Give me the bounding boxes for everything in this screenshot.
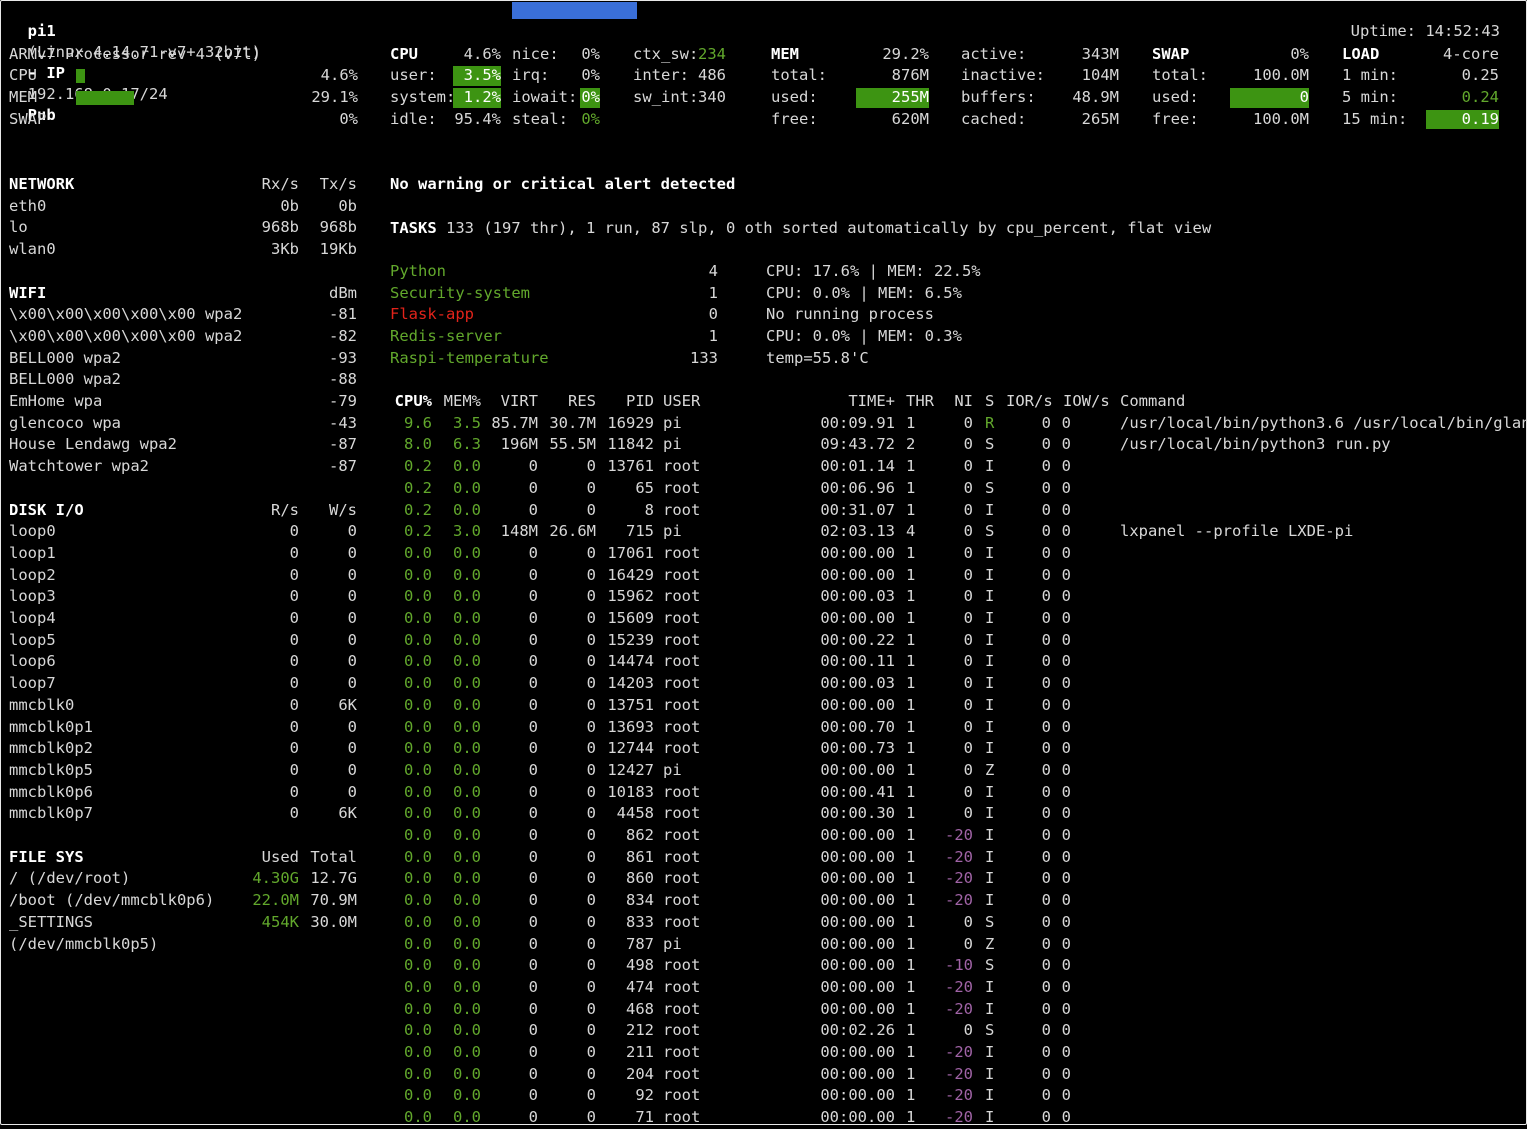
public-ip-bar <box>512 2 637 19</box>
process-iow: 0 <box>1061 1043 1071 1061</box>
mem-label: used: <box>771 87 818 106</box>
process-command: lxpanel --profile LXDE-pi <box>1120 522 1354 541</box>
process-header-command: Command <box>1120 392 1186 410</box>
process-iow: 0 <box>1061 522 1071 541</box>
cpu-iowait-highlight: 0% <box>580 87 600 108</box>
process-iow: 0 <box>1061 804 1071 823</box>
quicklook-label-mem: MEM <box>9 87 37 106</box>
process-iow: 0 <box>1061 478 1071 497</box>
amp-count: 1 <box>708 283 718 302</box>
uptime-value: 14:52:43 <box>1425 22 1500 40</box>
process-iow: 0 <box>1061 1064 1071 1083</box>
cpu-value: 0% <box>581 109 600 128</box>
amp-info: temp=55.8'C <box>766 348 869 367</box>
swap-value: 100.0M <box>1253 109 1309 128</box>
cpu-ctx-value: 340 <box>698 87 726 106</box>
cpu-nice-value: 0% <box>581 44 600 63</box>
network-tx-header: Tx/s <box>319 175 357 193</box>
load-cores: 4-core <box>1443 44 1499 63</box>
process-iow: 0 <box>1061 1108 1071 1127</box>
cpu-value: 0% <box>581 66 600 85</box>
tasks-summary-text: 133 (197 thr), 1 run, 87 slp, 0 oth sort… <box>446 218 1212 237</box>
wifi-signal: -81 <box>329 305 357 324</box>
process-iow: 0 <box>1061 739 1071 758</box>
amp-info: CPU: 0.0% | MEM: 6.5% <box>766 283 962 302</box>
process-command: /usr/local/bin/python3 run.py <box>1120 435 1391 454</box>
process-command: /usr/local/bin/python3.6 /usr/local/bin/… <box>1120 413 1527 432</box>
process-iow: 0 <box>1061 500 1071 519</box>
process-header-ni: NI <box>954 392 973 410</box>
process-iow: 0 <box>1061 413 1071 432</box>
process-iow: 0 <box>1061 999 1071 1018</box>
process-iow: 0 <box>1061 652 1071 671</box>
hostname: pi1 <box>27 22 56 40</box>
process-iow: 0 <box>1061 457 1071 476</box>
amp-count: 1 <box>708 327 718 346</box>
process-header-iows: IOW/s <box>1063 392 1110 410</box>
process-iow: 0 <box>1061 826 1071 844</box>
process-header-iors: IOR/s <box>1006 392 1053 410</box>
process-header-s: S <box>985 392 995 410</box>
process-iow: 0 <box>1061 609 1071 627</box>
cpu-ctx-label: sw_int: <box>633 87 699 106</box>
quicklook-value-mem: 29.1% <box>311 87 358 106</box>
process-iow: 0 <box>1061 717 1071 736</box>
amp-info: CPU: 0.0% | MEM: 0.3% <box>766 327 962 346</box>
process-iow: 0 <box>1061 674 1071 693</box>
cpu-label: iowait: <box>512 87 578 106</box>
amp-count: 4 <box>708 262 718 280</box>
process-iow: 0 <box>1061 565 1071 584</box>
amp-info: No running process <box>766 305 934 324</box>
wifi-signal: -88 <box>329 370 357 389</box>
load-value: 0.24 <box>1461 87 1499 106</box>
amp-count: 0 <box>708 305 718 324</box>
process-iow: 0 <box>1061 630 1071 649</box>
process-iow: 0 <box>1061 695 1071 714</box>
process-iow: 0 <box>1061 847 1071 866</box>
amp-info: CPU: 17.6% | MEM: 22.5% <box>766 262 981 280</box>
tasks-summary: TASKS 133 (197 thr), 1 run, 87 slp, 0 ot… <box>390 218 1211 240</box>
quicklook-label-cpu: CPU <box>9 66 37 85</box>
process-iow: 0 <box>1061 869 1071 888</box>
process-iow: 0 <box>1061 760 1071 779</box>
wifi-signal: -82 <box>329 326 357 345</box>
process-iow: 0 <box>1061 1021 1071 1040</box>
wifi-signal: -93 <box>329 348 357 367</box>
process-iow: 0 <box>1061 934 1071 953</box>
mem-extra-value: 48.9M <box>1072 87 1119 106</box>
wifi-title: WIFI <box>9 283 47 302</box>
cpu-value-highlight: 1.2% <box>453 87 501 108</box>
load-value: 0.25 <box>1461 66 1499 85</box>
network-tx: 19Kb <box>319 240 357 259</box>
network-tx: 968b <box>319 218 357 237</box>
process-iow: 0 <box>1061 891 1071 910</box>
process-iow: 0 <box>1061 435 1071 454</box>
process-iow: 0 <box>1061 543 1071 562</box>
load-15min-highlight: 0.19 <box>1426 109 1499 130</box>
tasks-label: TASKS <box>390 218 437 237</box>
cpu-label: system: <box>390 87 456 106</box>
uptime-label: Uptime: <box>1350 22 1416 40</box>
process-iow: 0 <box>1061 977 1071 996</box>
load-label: 15 min: <box>1342 109 1408 128</box>
swap-label: used: <box>1152 87 1199 106</box>
process-iow: 0 <box>1061 587 1071 606</box>
process-iow: 0 <box>1061 782 1071 801</box>
amp-count: 133 <box>690 348 718 367</box>
wifi-unit: dBm <box>329 283 357 302</box>
process-iow: 0 <box>1061 956 1071 975</box>
process-iow: 0 <box>1061 1086 1071 1105</box>
uptime: Uptime: 14:52:43 <box>1332 0 1500 40</box>
network-tx: 0b <box>338 196 357 215</box>
quicklook-label-swap: SWAP <box>9 109 47 128</box>
header-line: pi1 (Linux 4.14.71-v7+ 32bit) - IP 192.1… <box>9 0 261 124</box>
process-iow: 0 <box>1061 912 1071 931</box>
alert-message: No warning or critical alert detected <box>390 175 736 193</box>
